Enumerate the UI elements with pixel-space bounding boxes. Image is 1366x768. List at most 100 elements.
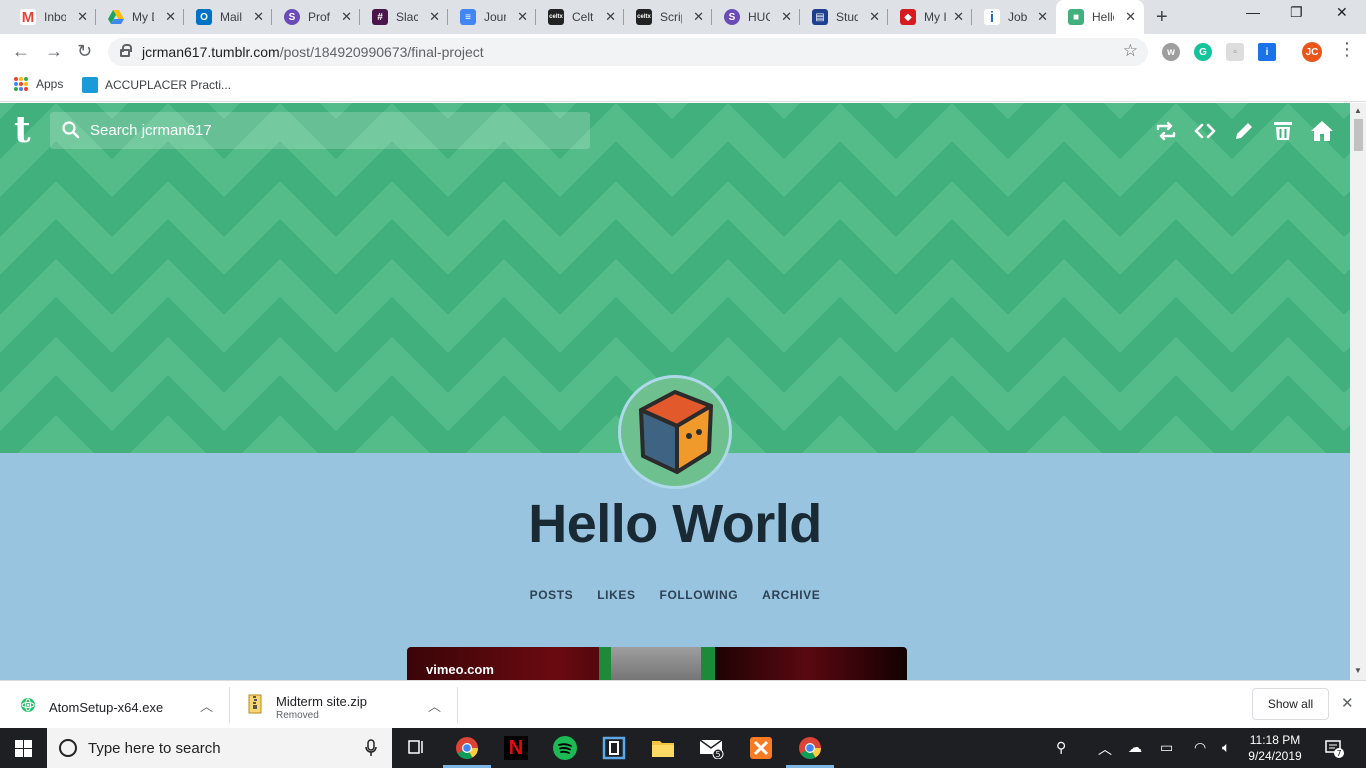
download-item[interactable]: AtomSetup-x64.exe ︿ [0, 681, 230, 729]
scroll-down-icon[interactable]: ▼ [1354, 666, 1362, 675]
wifi-icon[interactable]: ◠ [1194, 739, 1206, 756]
frame-app-icon[interactable] [600, 734, 628, 762]
close-tab-icon[interactable]: ✕ [165, 9, 176, 25]
close-tab-icon[interactable]: ✕ [1037, 9, 1048, 25]
scroll-up-icon[interactable]: ▲ [1354, 106, 1362, 115]
reblog-icon[interactable] [1154, 119, 1178, 143]
tab-title: Scrip [660, 10, 682, 24]
bookmarks-bar: Apps ACCUPLACER Practi... [0, 70, 1366, 102]
nav-likes[interactable]: LIKES [597, 588, 635, 602]
task-view-icon[interactable] [402, 734, 430, 762]
w-extension-icon[interactable]: w [1162, 43, 1180, 61]
tab-slack[interactable]: # Slacl ✕ [360, 0, 448, 34]
spotify-icon[interactable] [551, 734, 579, 762]
close-tab-icon[interactable]: ✕ [253, 9, 264, 25]
nav-following[interactable]: FOLLOWING [660, 588, 739, 602]
forward-button[interactable]: → [45, 41, 63, 62]
tab-docs[interactable]: ≡ Jour ✕ [448, 0, 536, 34]
tab-strip: M Inbo ✕ My D ✕ O Mail ✕ S Prof ✕ # Slac… [0, 0, 1366, 34]
microphone-icon[interactable] [365, 739, 377, 757]
chrome-taskbar-icon-2[interactable] [796, 734, 824, 762]
tab-drive[interactable]: My D ✕ [96, 0, 184, 34]
back-button[interactable]: ← [12, 41, 30, 62]
clock-date: 9/24/2019 [1248, 749, 1302, 763]
profile-avatar[interactable]: JC [1302, 42, 1322, 62]
celtx-icon: celtx [636, 9, 652, 25]
bookmark-star-icon[interactable]: ☆ [1123, 41, 1138, 61]
celtx-icon: celtx [548, 9, 564, 25]
tab-title: HUC [748, 10, 770, 24]
tab-outlook[interactable]: O Mail ✕ [184, 0, 272, 34]
close-tab-icon[interactable]: ✕ [341, 9, 352, 25]
close-tab-icon[interactable]: ✕ [605, 9, 616, 25]
close-tab-icon[interactable]: ✕ [429, 9, 440, 25]
drive-icon [108, 9, 124, 25]
pocket-extension-icon[interactable]: ▫ [1226, 43, 1244, 61]
taskbar-search-input[interactable]: Type here to search [47, 728, 392, 768]
close-window-button[interactable]: ✕ [1336, 4, 1348, 21]
home-icon[interactable] [1310, 119, 1334, 143]
close-shelf-icon[interactable]: ✕ [1341, 694, 1354, 712]
tab-title: Job [1008, 10, 1028, 24]
close-tab-icon[interactable]: ✕ [869, 9, 880, 25]
embed-code-icon[interactable] [1193, 119, 1217, 143]
chevron-up-icon[interactable]: ︿ [1098, 739, 1112, 759]
nav-posts[interactable]: POSTS [530, 588, 574, 602]
tumblr-logo[interactable]: t [14, 109, 31, 151]
tab-hello[interactable]: ■ Hello ✕ [1056, 0, 1144, 34]
bookmark-accuplacer[interactable]: ACCUPLACER Practi... [82, 77, 231, 93]
info-extension-icon[interactable]: i [1258, 43, 1276, 61]
reload-button[interactable]: ↻ [77, 41, 92, 62]
new-tab-button[interactable]: + [1156, 6, 1168, 29]
battery-icon[interactable]: ▭ [1160, 739, 1173, 756]
tab-gmail[interactable]: M Inbo ✕ [8, 0, 96, 34]
close-tab-icon[interactable]: ✕ [953, 9, 964, 25]
tab-title: Inbo [44, 10, 66, 24]
tab-my[interactable]: ◆ My I ✕ [888, 0, 972, 34]
mail-icon[interactable]: 5 [698, 734, 726, 762]
menu-icon[interactable]: ⋮ [1338, 39, 1356, 60]
edit-pencil-icon[interactable] [1232, 119, 1256, 143]
windows-start-icon[interactable] [15, 740, 32, 757]
minimize-button[interactable]: — [1246, 4, 1260, 20]
netflix-icon[interactable]: N [502, 734, 530, 762]
url-text[interactable]: jcrman617.tumblr.com/post/184920990673/f… [142, 44, 484, 60]
tab-script[interactable]: celtx Scrip ✕ [624, 0, 712, 34]
chevron-up-icon[interactable]: ︿ [200, 696, 213, 715]
blog-search-input[interactable]: Search jcrman617 [50, 112, 590, 149]
delete-trash-icon[interactable] [1271, 119, 1295, 143]
tab-stud[interactable]: ▤ Stud ✕ [800, 0, 888, 34]
tab-huc[interactable]: S HUC ✕ [712, 0, 800, 34]
action-center-icon[interactable]: 7 [1324, 738, 1344, 758]
system-clock[interactable]: 11:18 PM 9/24/2019 [1240, 732, 1310, 764]
download-item[interactable]: Midterm site.zip Removed ︿ [230, 681, 458, 729]
video-source-label[interactable]: vimeo.com [426, 662, 494, 677]
tab-prof[interactable]: S Prof ✕ [272, 0, 360, 34]
nav-archive[interactable]: ARCHIVE [762, 588, 820, 602]
tab-job[interactable]: i Job ✕ [972, 0, 1056, 34]
close-tab-icon[interactable]: ✕ [517, 9, 528, 25]
chrome-taskbar-icon[interactable] [453, 734, 481, 762]
onedrive-icon[interactable]: ☁ [1128, 739, 1142, 756]
scroll-thumb[interactable] [1354, 119, 1363, 151]
xampp-icon[interactable] [747, 734, 775, 762]
close-tab-icon[interactable]: ✕ [77, 9, 88, 25]
grammarly-icon[interactable]: G [1194, 43, 1212, 61]
vimeo-embed[interactable]: vimeo.com [407, 647, 907, 680]
tab-title: Mail [220, 10, 242, 24]
tab-celtx[interactable]: celtx Celt ✕ [536, 0, 624, 34]
address-bar[interactable]: jcrman617.tumblr.com/post/184920990673/f… [108, 38, 1148, 66]
volume-icon[interactable]: 🔈︎ [1222, 739, 1230, 756]
bookmark-apps[interactable]: Apps [14, 77, 63, 91]
chevron-up-icon[interactable]: ︿ [428, 696, 441, 715]
close-tab-icon[interactable]: ✕ [1125, 9, 1136, 25]
close-tab-icon[interactable]: ✕ [781, 9, 792, 25]
people-icon[interactable]: ⚲ [1056, 739, 1066, 756]
maximize-button[interactable]: ❐ [1290, 4, 1303, 21]
blog-avatar[interactable] [618, 375, 732, 489]
show-all-button[interactable]: Show all [1252, 688, 1329, 720]
close-tab-icon[interactable]: ✕ [693, 9, 704, 25]
page-scrollbar[interactable]: ▲ ▼ [1350, 103, 1366, 680]
file-explorer-icon[interactable] [649, 734, 677, 762]
apps-grid-icon [14, 77, 28, 91]
